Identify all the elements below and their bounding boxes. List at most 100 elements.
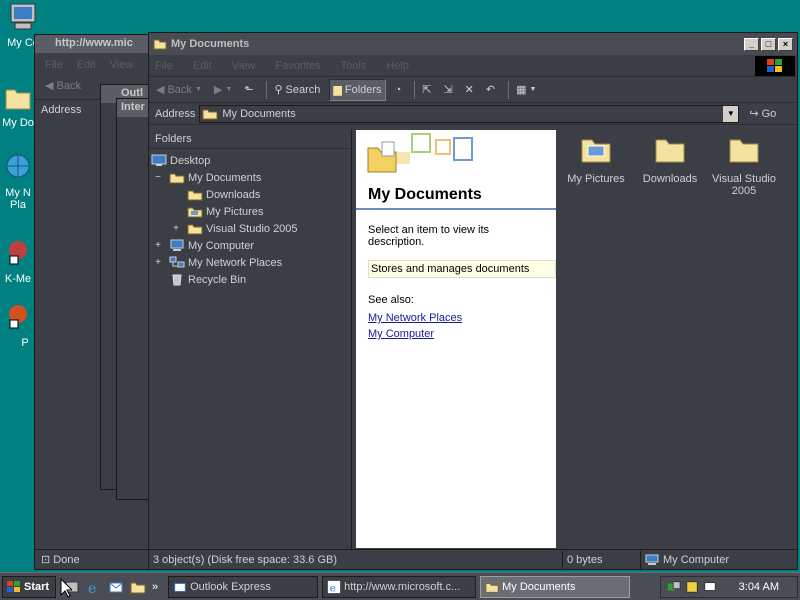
undo-button[interactable]: ↶ — [483, 79, 498, 101]
my-documents-folder-icon — [169, 173, 185, 184]
monitor-tray-icon[interactable] — [703, 580, 717, 594]
task-outlook-express[interactable]: Outlook Express — [168, 575, 319, 598]
tree-item-label: My Network Places — [188, 256, 283, 269]
ie-menu-view[interactable]: View — [110, 59, 134, 71]
folder-tree: Desktop − My Documents Downloads My Pict… — [149, 149, 351, 288]
status-zone: My Computer — [641, 551, 733, 569]
title-bar[interactable]: My Documents _ □ × — [149, 33, 797, 55]
file-item-label: My Pictures — [567, 173, 625, 185]
ie-back[interactable]: Back — [57, 80, 81, 92]
tree-item-my-computer[interactable]: + My Computer — [149, 237, 351, 254]
views-button[interactable]: ▦ ▼ — [513, 79, 539, 101]
minimize-button[interactable]: _ — [744, 37, 759, 51]
network-icon — [6, 154, 30, 178]
window-title: My Documents — [171, 38, 250, 50]
back-label: Back — [167, 83, 192, 96]
link-my-network-places[interactable]: My Network Places — [356, 310, 556, 326]
menu-edit[interactable]: Edit — [193, 60, 212, 72]
folder-search-icon — [153, 39, 167, 50]
back-button[interactable]: ◀ Back ▼ — [153, 79, 205, 101]
desktop-icon-network[interactable]: My N Pla — [0, 152, 36, 211]
close-button[interactable]: × — [778, 37, 793, 51]
address-dropdown-button[interactable]: ▼ — [723, 105, 739, 122]
move-to-icon: ⇱ — [422, 84, 432, 96]
desktop-icon-p[interactable]: P — [0, 302, 36, 349]
task-internet-explorer[interactable]: e http://www.microsoft.c... — [322, 575, 477, 598]
network-tray-icon[interactable] — [667, 580, 681, 594]
see-also-label: See also: — [368, 294, 414, 306]
tree-item-desktop[interactable]: Desktop — [149, 152, 351, 169]
ie-status: ⊡ Done — [35, 549, 153, 569]
tree-item-network-places[interactable]: + My Network Places — [149, 254, 351, 271]
folder-icon — [655, 139, 685, 163]
desktop-icon-label: P — [21, 337, 29, 349]
go-arrow-icon: ↪ — [749, 108, 759, 120]
search-button[interactable]: ⚲ Search — [271, 79, 323, 101]
tree-item-my-documents[interactable]: − My Documents — [149, 169, 351, 186]
maximize-button[interactable]: □ — [761, 37, 776, 51]
menu-tools[interactable]: Tools — [341, 60, 367, 72]
copy-to-button[interactable]: ⇲ — [440, 79, 455, 101]
folders-label: Folders — [344, 83, 382, 96]
folder-icon — [729, 139, 759, 163]
collapse-toggle[interactable]: − — [153, 172, 163, 183]
task-my-documents[interactable]: My Documents — [480, 575, 631, 598]
internet-explorer-icon[interactable]: e — [86, 579, 102, 595]
quick-launch-more[interactable]: » — [152, 581, 158, 593]
tree-item-downloads[interactable]: Downloads — [149, 186, 351, 203]
delete-button[interactable]: ✕ — [462, 79, 477, 101]
start-label: Start — [24, 580, 50, 593]
desktop-icon-my-documents[interactable]: My Do — [0, 82, 36, 129]
folder-icon — [187, 224, 203, 235]
forward-arrow-icon: ▶ — [213, 84, 223, 96]
my-documents-window[interactable]: My Documents _ □ × File Edit View Favori… — [148, 32, 798, 570]
menu-favorites[interactable]: Favorites — [275, 60, 320, 72]
explorer-icon[interactable] — [130, 579, 146, 595]
expand-toggle[interactable]: + — [171, 223, 181, 234]
outlook-express-icon[interactable] — [108, 579, 124, 595]
tree-item-recycle-bin[interactable]: Recycle Bin — [149, 271, 351, 288]
toolbar-separator — [414, 80, 416, 99]
menu-help[interactable]: Help — [386, 60, 409, 72]
svg-text:e: e — [330, 582, 336, 594]
ie-menu-file[interactable]: File — [45, 59, 63, 71]
address-input[interactable]: My Documents ▼ — [199, 104, 740, 123]
volume-tray-icon[interactable] — [685, 580, 699, 594]
ie-title: http://www.mic — [35, 35, 153, 53]
inter-title: Inter — [117, 99, 149, 117]
file-item-downloads[interactable]: Downloads — [633, 134, 707, 185]
desktop-icon-k-meleon[interactable]: K-Me — [0, 238, 36, 285]
link-my-computer[interactable]: My Computer — [356, 326, 556, 342]
mouse-cursor-icon — [60, 578, 72, 598]
file-item-my-pictures[interactable]: My Pictures — [559, 134, 633, 185]
banner-decoration-icon — [367, 133, 473, 173]
search-label: Search — [285, 83, 321, 96]
file-item-label: Downloads — [642, 173, 698, 185]
move-to-button[interactable]: ⇱ — [419, 79, 434, 101]
task-label: http://www.microsoft.c... — [344, 580, 461, 593]
status-objects: 3 object(s) (Disk free space: 33.6 GB) — [149, 550, 563, 569]
ie-menu-edit[interactable]: Edit — [77, 59, 96, 71]
undo-icon: ↶ — [485, 84, 496, 96]
menu-file[interactable]: File — [155, 60, 173, 72]
file-item-visual-studio[interactable]: Visual Studio 2005 — [707, 134, 781, 197]
svg-text:e: e — [88, 581, 96, 595]
folder-icon — [202, 109, 218, 119]
menu-view[interactable]: View — [232, 60, 256, 72]
start-button[interactable]: Start — [2, 575, 56, 598]
tree-item-my-pictures[interactable]: My Pictures — [149, 203, 351, 220]
clock[interactable]: 3:04 AM — [739, 581, 779, 593]
forward-button[interactable]: ▶ ▼ — [211, 79, 235, 101]
browser-icon — [9, 241, 27, 265]
history-button[interactable]: ◔ — [392, 79, 405, 101]
up-folder-button[interactable]: ⬑ — [241, 79, 256, 101]
inter-window[interactable]: Inter — [116, 98, 150, 500]
expand-toggle[interactable]: + — [153, 257, 163, 268]
tree-item-visual-studio[interactable]: + Visual Studio 2005 — [149, 220, 351, 237]
go-button[interactable]: ↪ Go — [749, 107, 776, 121]
address-bar: Address My Documents ▼ ↪ Go — [149, 103, 797, 125]
file-list: My Pictures Downloads Visual Studio 2005 — [559, 130, 795, 548]
windows-logo-icon — [755, 56, 795, 76]
expand-toggle[interactable]: + — [153, 240, 163, 251]
folders-button[interactable]: ▆ Folders — [329, 78, 386, 101]
